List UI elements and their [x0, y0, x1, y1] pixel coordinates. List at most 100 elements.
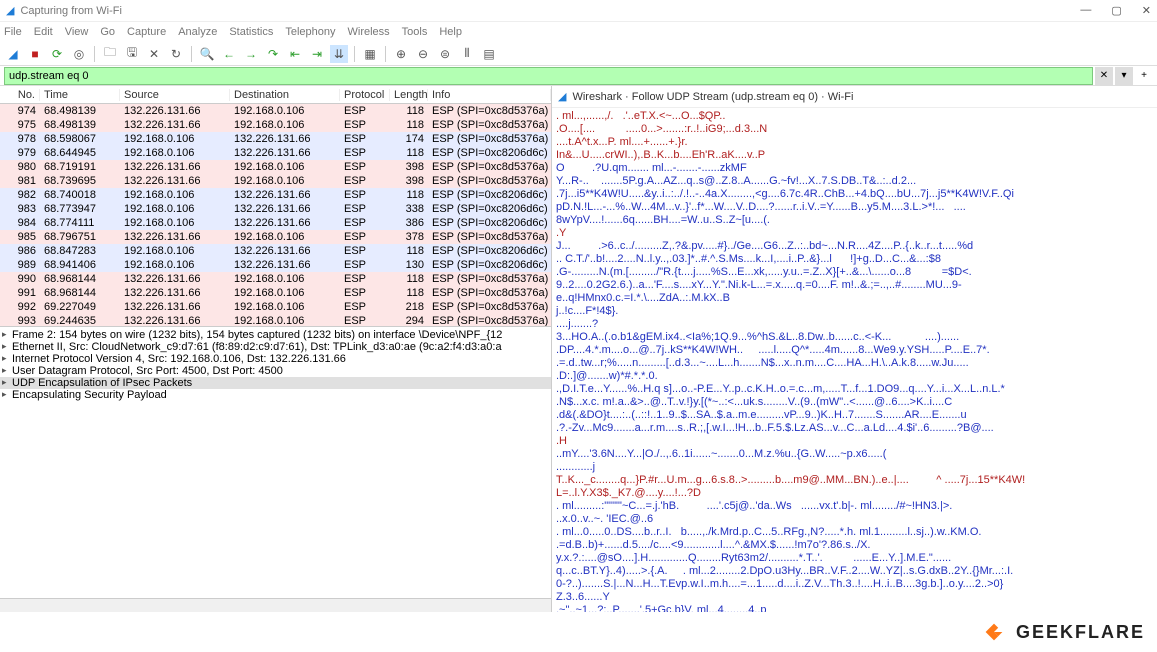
detail-line[interactable]: UDP Encapsulation of IPsec Packets — [0, 377, 551, 389]
detail-line[interactable]: Encapsulating Security Payload — [0, 389, 551, 401]
close-button[interactable]: ✕ — [1142, 4, 1151, 17]
menu-view[interactable]: View — [65, 26, 89, 38]
col-info[interactable]: Info — [428, 89, 551, 101]
table-row[interactable]: 97968.644945192.168.0.106132.226.131.66E… — [0, 146, 551, 160]
save-icon[interactable]: 🖫 — [123, 45, 141, 63]
col-length[interactable]: Length — [390, 89, 428, 101]
go-last-icon[interactable]: ⇥ — [308, 45, 326, 63]
stream-line: In&...U.....crWI..),.B..K...b....Eh'R..a… — [556, 149, 1153, 162]
stream-line: . ml...0.....0..DS....b..r..I. b.....,./… — [556, 526, 1153, 539]
menu-wireless[interactable]: Wireless — [348, 26, 390, 38]
window-title: Capturing from Wi-Fi — [20, 5, 121, 17]
stream-line: .=d.B..b)+......d.5..../c....<9.........… — [556, 539, 1153, 552]
table-row[interactable]: 97868.598067192.168.0.106132.226.131.66E… — [0, 132, 551, 146]
menu-analyze[interactable]: Analyze — [178, 26, 217, 38]
stream-line: q...c..BT.Y}..4).....>.{.A. . ml...2....… — [556, 565, 1153, 578]
zoom-reset-icon[interactable]: ⊜ — [436, 45, 454, 63]
detail-line[interactable]: User Datagram Protocol, Src Port: 4500, … — [0, 365, 551, 377]
table-row[interactable]: 98168.739695132.226.131.66192.168.0.106E… — [0, 174, 551, 188]
menu-edit[interactable]: Edit — [34, 26, 53, 38]
zoom-out-icon[interactable]: ⊖ — [414, 45, 432, 63]
col-time[interactable]: Time — [40, 89, 120, 101]
filter-add-button[interactable]: + — [1135, 67, 1153, 85]
detail-line[interactable]: Internet Protocol Version 4, Src: 192.16… — [0, 353, 551, 365]
stop-capture-icon[interactable]: ■ — [26, 45, 44, 63]
filter-clear-button[interactable]: ✕ — [1095, 67, 1113, 85]
menu-capture[interactable]: Capture — [127, 26, 166, 38]
menu-statistics[interactable]: Statistics — [229, 26, 273, 38]
packet-details[interactable]: Frame 2: 154 bytes on wire (1232 bits), … — [0, 326, 551, 598]
table-row[interactable]: 98968.941406192.168.0.106132.226.131.66E… — [0, 258, 551, 272]
col-destination[interactable]: Destination — [230, 89, 340, 101]
go-forward-icon[interactable]: → — [242, 45, 260, 63]
jump-icon[interactable]: ↷ — [264, 45, 282, 63]
minimize-button[interactable]: ― — [1080, 4, 1091, 17]
follow-stream-title: Wireshark · Follow UDP Stream (udp.strea… — [572, 91, 853, 103]
go-back-icon[interactable]: ← — [220, 45, 238, 63]
menu-telephony[interactable]: Telephony — [285, 26, 335, 38]
follow-stream-body[interactable]: . ml...,......,/. .'..eT.X.<~...O...$QP.… — [552, 108, 1157, 612]
stream-line: .=.d..tw...r;%.....n.........[..d.3...~.… — [556, 357, 1153, 370]
filter-recent-button[interactable]: ▾ — [1115, 67, 1133, 85]
layout-icon[interactable]: ▤ — [480, 45, 498, 63]
stream-line: .H — [556, 435, 1153, 448]
stream-line: Z.3..6......Y — [556, 591, 1153, 604]
stream-line: . ml.........:""""'~C...=.j.'hB. ....'.c… — [556, 500, 1153, 513]
menu-help[interactable]: Help — [439, 26, 462, 38]
go-first-icon[interactable]: ⇤ — [286, 45, 304, 63]
table-row[interactable]: 99269.227049132.226.131.66192.168.0.106E… — [0, 300, 551, 314]
restart-capture-icon[interactable]: ⟳ — [48, 45, 66, 63]
zoom-in-icon[interactable]: ⊕ — [392, 45, 410, 63]
col-source[interactable]: Source — [120, 89, 230, 101]
table-row[interactable]: 99168.968144132.226.131.66192.168.0.106E… — [0, 286, 551, 300]
stream-line: .DP....4.*.m....o...@..7j..kS**K4W!WH.. … — [556, 344, 1153, 357]
resize-columns-icon[interactable]: ⫴ — [458, 45, 476, 63]
colorize-icon[interactable]: ▦ — [361, 45, 379, 63]
col-no[interactable]: No. — [0, 89, 40, 101]
detail-line[interactable]: Ethernet II, Src: CloudNetwork_c9:d7:61 … — [0, 341, 551, 353]
autoscroll-icon[interactable]: ⇊ — [330, 45, 348, 63]
table-row[interactable]: 98568.796751132.226.131.66192.168.0.106E… — [0, 230, 551, 244]
table-row[interactable]: 98368.773947192.168.0.106132.226.131.66E… — [0, 202, 551, 216]
geekflare-logo: GEEKFLARE — [980, 618, 1145, 646]
table-row[interactable]: 97568.498139132.226.131.66192.168.0.106E… — [0, 118, 551, 132]
stream-line: e..q!HMnx0.c.=I.*.\....ZdA..:.M.kX..B — [556, 292, 1153, 305]
open-file-icon[interactable]: 🗀 — [101, 45, 119, 63]
find-icon[interactable]: 🔍 — [198, 45, 216, 63]
table-row[interactable]: 98468.774111192.168.0.106132.226.131.66E… — [0, 216, 551, 230]
table-row[interactable]: 97468.498139132.226.131.66192.168.0.106E… — [0, 104, 551, 118]
maximize-button[interactable]: ▢ — [1111, 4, 1121, 17]
stream-line: .G-.........N.(m.[........./"R.{t....j..… — [556, 266, 1153, 279]
stream-line: .O....[.... .....0...>.......:r..!..iG9;… — [556, 123, 1153, 136]
stream-line: Y...R-.. .......5P.g.A...AZ...q..s@..Z.8… — [556, 175, 1153, 188]
table-row[interactable]: 99369.244635132.226.131.66192.168.0.106E… — [0, 314, 551, 326]
stream-line: 9..2....0.2G2.6.)..a...'F....s....xY...Y… — [556, 279, 1153, 292]
stream-line: .N$...x.c. m!.a..&>..@..T..v.!}y.[(*~..:… — [556, 396, 1153, 409]
display-filter-input[interactable] — [4, 67, 1093, 85]
toolbar: ◢ ■ ⟳ ◎ 🗀 🖫 ✕ ↻ 🔍 ← → ↷ ⇤ ⇥ ⇊ ▦ ⊕ ⊖ ⊜ ⫴ … — [0, 42, 1157, 66]
options-icon[interactable]: ◎ — [70, 45, 88, 63]
hscrollbar[interactable] — [0, 598, 551, 612]
menu-file[interactable]: File — [4, 26, 22, 38]
stream-line: y.x.?.:....@sO....].H.............Q.....… — [556, 552, 1153, 565]
stream-line: ....t.A^t.x...P. ml....+......+.}r. — [556, 136, 1153, 149]
stream-line: j..!c....F*!4$}. — [556, 305, 1153, 318]
menu-tools[interactable]: Tools — [402, 26, 428, 38]
menu-go[interactable]: Go — [100, 26, 115, 38]
detail-line[interactable]: Frame 2: 154 bytes on wire (1232 bits), … — [0, 329, 551, 341]
table-row[interactable]: 98068.719191132.226.131.66192.168.0.106E… — [0, 160, 551, 174]
table-row[interactable]: 98668.847283192.168.0.106132.226.131.66E… — [0, 244, 551, 258]
stream-line: 3...HO.A..(.o.b1&gEM.ix4..<Ia%;1Q.9...%^… — [556, 331, 1153, 344]
stream-line: .Y — [556, 227, 1153, 240]
start-capture-icon[interactable]: ◢ — [4, 45, 22, 63]
packet-list[interactable]: No. Time Source Destination Protocol Len… — [0, 86, 551, 326]
reload-icon[interactable]: ↻ — [167, 45, 185, 63]
follow-stream-titlebar: ◢ Wireshark · Follow UDP Stream (udp.str… — [552, 86, 1157, 108]
app-icon: ◢ — [558, 90, 566, 103]
col-protocol[interactable]: Protocol — [340, 89, 390, 101]
table-row[interactable]: 98268.740018192.168.0.106132.226.131.66E… — [0, 188, 551, 202]
stream-line: ..mY....'3.6N....Y...|O./..,.6..1i......… — [556, 448, 1153, 461]
table-row[interactable]: 99068.968144132.226.131.66192.168.0.106E… — [0, 272, 551, 286]
close-file-icon[interactable]: ✕ — [145, 45, 163, 63]
stream-line: pD.N.!L...-...%..W...4M...v..}'..f*...W.… — [556, 201, 1153, 214]
